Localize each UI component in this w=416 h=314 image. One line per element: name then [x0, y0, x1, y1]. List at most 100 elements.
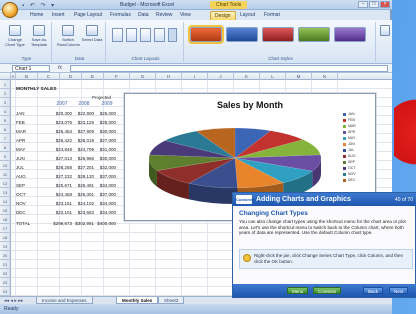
row-header[interactable]: 1 [0, 80, 11, 89]
tab-page-layout[interactable]: Page Layout [70, 11, 106, 20]
month-cell[interactable]: MAR [16, 127, 36, 136]
chart-style-green[interactable] [298, 27, 330, 42]
row-header[interactable]: 20 [0, 251, 11, 260]
tab-formulas[interactable]: Formulas [106, 11, 135, 20]
row-header[interactable]: 8 [0, 143, 11, 152]
column-header-d[interactable]: D [60, 73, 82, 80]
column-header-k[interactable]: K [234, 73, 260, 80]
fx-icon[interactable]: fx [58, 65, 62, 71]
tab-review[interactable]: Review [152, 11, 176, 20]
sales-2008-cell[interactable]: $27,909 [70, 127, 94, 136]
column-header-h[interactable]: H [156, 73, 182, 80]
month-cell[interactable]: APR [16, 136, 36, 145]
sales-2008-cell[interactable]: $26,966 [70, 154, 94, 163]
sheet-tab-monthly-sales[interactable]: Monthly Sales [116, 297, 159, 304]
tab-format[interactable]: Format [260, 11, 284, 20]
layout-1[interactable] [112, 28, 123, 42]
total-2009-cell[interactable]: $400,000 [92, 219, 116, 228]
sheet-tab-income[interactable]: Income and Expenses [36, 297, 93, 304]
chart-style-blue[interactable] [226, 27, 258, 42]
month-cell[interactable]: OCT [16, 190, 36, 199]
legend-entry-nov[interactable]: NOV [343, 172, 356, 176]
legend-entry-may[interactable]: MAY [343, 136, 355, 140]
legend-entry-oct[interactable]: OCT [343, 166, 355, 170]
formula-input[interactable] [70, 65, 388, 72]
sales-2007-cell[interactable]: $27,013 [48, 154, 72, 163]
tab-view[interactable]: View [176, 11, 195, 20]
sales-2007-cell[interactable]: $23,076 [48, 118, 72, 127]
legend-entry-jan[interactable]: JAN [343, 112, 355, 116]
month-cell[interactable]: NOV [16, 199, 36, 208]
tab-layout[interactable]: Layout [236, 11, 259, 20]
sales-2007-cell[interactable]: $20,300 [48, 109, 72, 118]
tab-home[interactable]: Home [26, 11, 47, 20]
sheet-title[interactable]: MONTHLY SALES [16, 85, 57, 94]
column-header-f[interactable]: F [104, 73, 130, 80]
total-2008-cell[interactable]: $302,991 [68, 219, 94, 228]
row-header[interactable]: 18 [0, 233, 11, 242]
row-header[interactable]: 24 [0, 287, 11, 296]
row-header[interactable]: 11 [0, 170, 11, 179]
legend-entry-jun[interactable]: JUN [343, 142, 355, 146]
column-header-e[interactable]: E [82, 73, 104, 80]
quick-access-toolbar[interactable]: ▪ ↶ ↷ ▾ [22, 2, 56, 9]
tab-insert[interactable]: Insert [48, 11, 69, 20]
sales-2008-cell[interactable]: $26,491 [70, 181, 94, 190]
sales-2007-cell[interactable]: $26,422 [48, 136, 72, 145]
row-header[interactable]: 21 [0, 260, 11, 269]
column-header-b[interactable]: B [16, 73, 38, 80]
row-header[interactable]: 7 [0, 134, 11, 143]
sales-2008-cell[interactable]: $22,900 [70, 109, 94, 118]
move-chart-button[interactable] [378, 25, 392, 38]
month-cell[interactable]: JUN [16, 154, 36, 163]
change-chart-type-button[interactable]: Change Chart Type [4, 25, 26, 47]
sales-2007-cell[interactable]: $24,458 [48, 190, 72, 199]
legend-entry-mar[interactable]: MAR [343, 124, 356, 128]
month-cell[interactable]: FEB [16, 118, 36, 127]
name-box[interactable]: Chart 1 [12, 65, 50, 72]
sales-2009-cell[interactable]: $34,000 [92, 199, 116, 208]
sales-2008-cell[interactable]: $26,019 [70, 136, 94, 145]
sales-2007-cell[interactable]: $28,258 [48, 163, 72, 172]
sales-2007-cell[interactable]: $27,232 [48, 172, 72, 181]
layout-2[interactable] [126, 28, 137, 42]
sheet-tab-sheet3[interactable]: Sheet3 [158, 297, 185, 304]
column-header-m[interactable]: M [286, 73, 312, 80]
legend-entry-dec[interactable]: DEC [343, 178, 355, 182]
row-header[interactable]: 3 [0, 98, 11, 107]
chart-style-orange[interactable] [188, 25, 224, 44]
month-cell[interactable]: MAY [16, 145, 36, 154]
layout-3[interactable] [140, 28, 151, 42]
sales-2008-cell[interactable]: $27,201 [70, 163, 94, 172]
save-as-template-button[interactable]: Save As Template [28, 25, 50, 47]
layout-4[interactable] [154, 28, 165, 42]
column-header-j[interactable]: J [208, 73, 234, 80]
row-header[interactable]: 23 [0, 278, 11, 287]
tab-design[interactable]: Design [210, 11, 236, 20]
chart-style-red[interactable] [262, 27, 294, 42]
sales-2009-cell[interactable]: $34,000 [92, 181, 116, 190]
month-cell[interactable]: JUL [16, 163, 36, 172]
sales-2007-cell[interactable]: $23,151 [48, 199, 72, 208]
legend-entry-jul[interactable]: JUL [343, 148, 354, 152]
sales-2007-cell[interactable]: $26,463 [48, 127, 72, 136]
column-header-n[interactable]: N [312, 73, 338, 80]
sales-2007-cell[interactable]: $24,848 [48, 145, 72, 154]
column-header-i[interactable]: I [182, 73, 208, 80]
legend-entry-apr[interactable]: APR [343, 130, 355, 134]
month-cell[interactable]: DEC [16, 208, 36, 217]
switch-row-column-button[interactable]: Switch Row/Column [57, 25, 80, 47]
year-2009[interactable]: 2009 [96, 100, 118, 109]
layouts-more-button[interactable] [168, 28, 177, 42]
contents-button[interactable]: Contents [313, 287, 342, 294]
sales-2008-cell[interactable]: $25,301 [70, 190, 94, 199]
row-header[interactable]: 13 [0, 188, 11, 197]
row-header[interactable]: 10 [0, 161, 11, 170]
sales-2008-cell[interactable]: $23,125 [70, 118, 94, 127]
chart-style-purple[interactable] [334, 27, 366, 42]
total-label[interactable]: TOTAL [16, 219, 40, 228]
sales-2009-cell[interactable]: $30,000 [92, 127, 116, 136]
minimize-button[interactable]: – [358, 1, 368, 8]
row-header[interactable]: 16 [0, 215, 11, 224]
column-header-g[interactable]: G [130, 73, 156, 80]
